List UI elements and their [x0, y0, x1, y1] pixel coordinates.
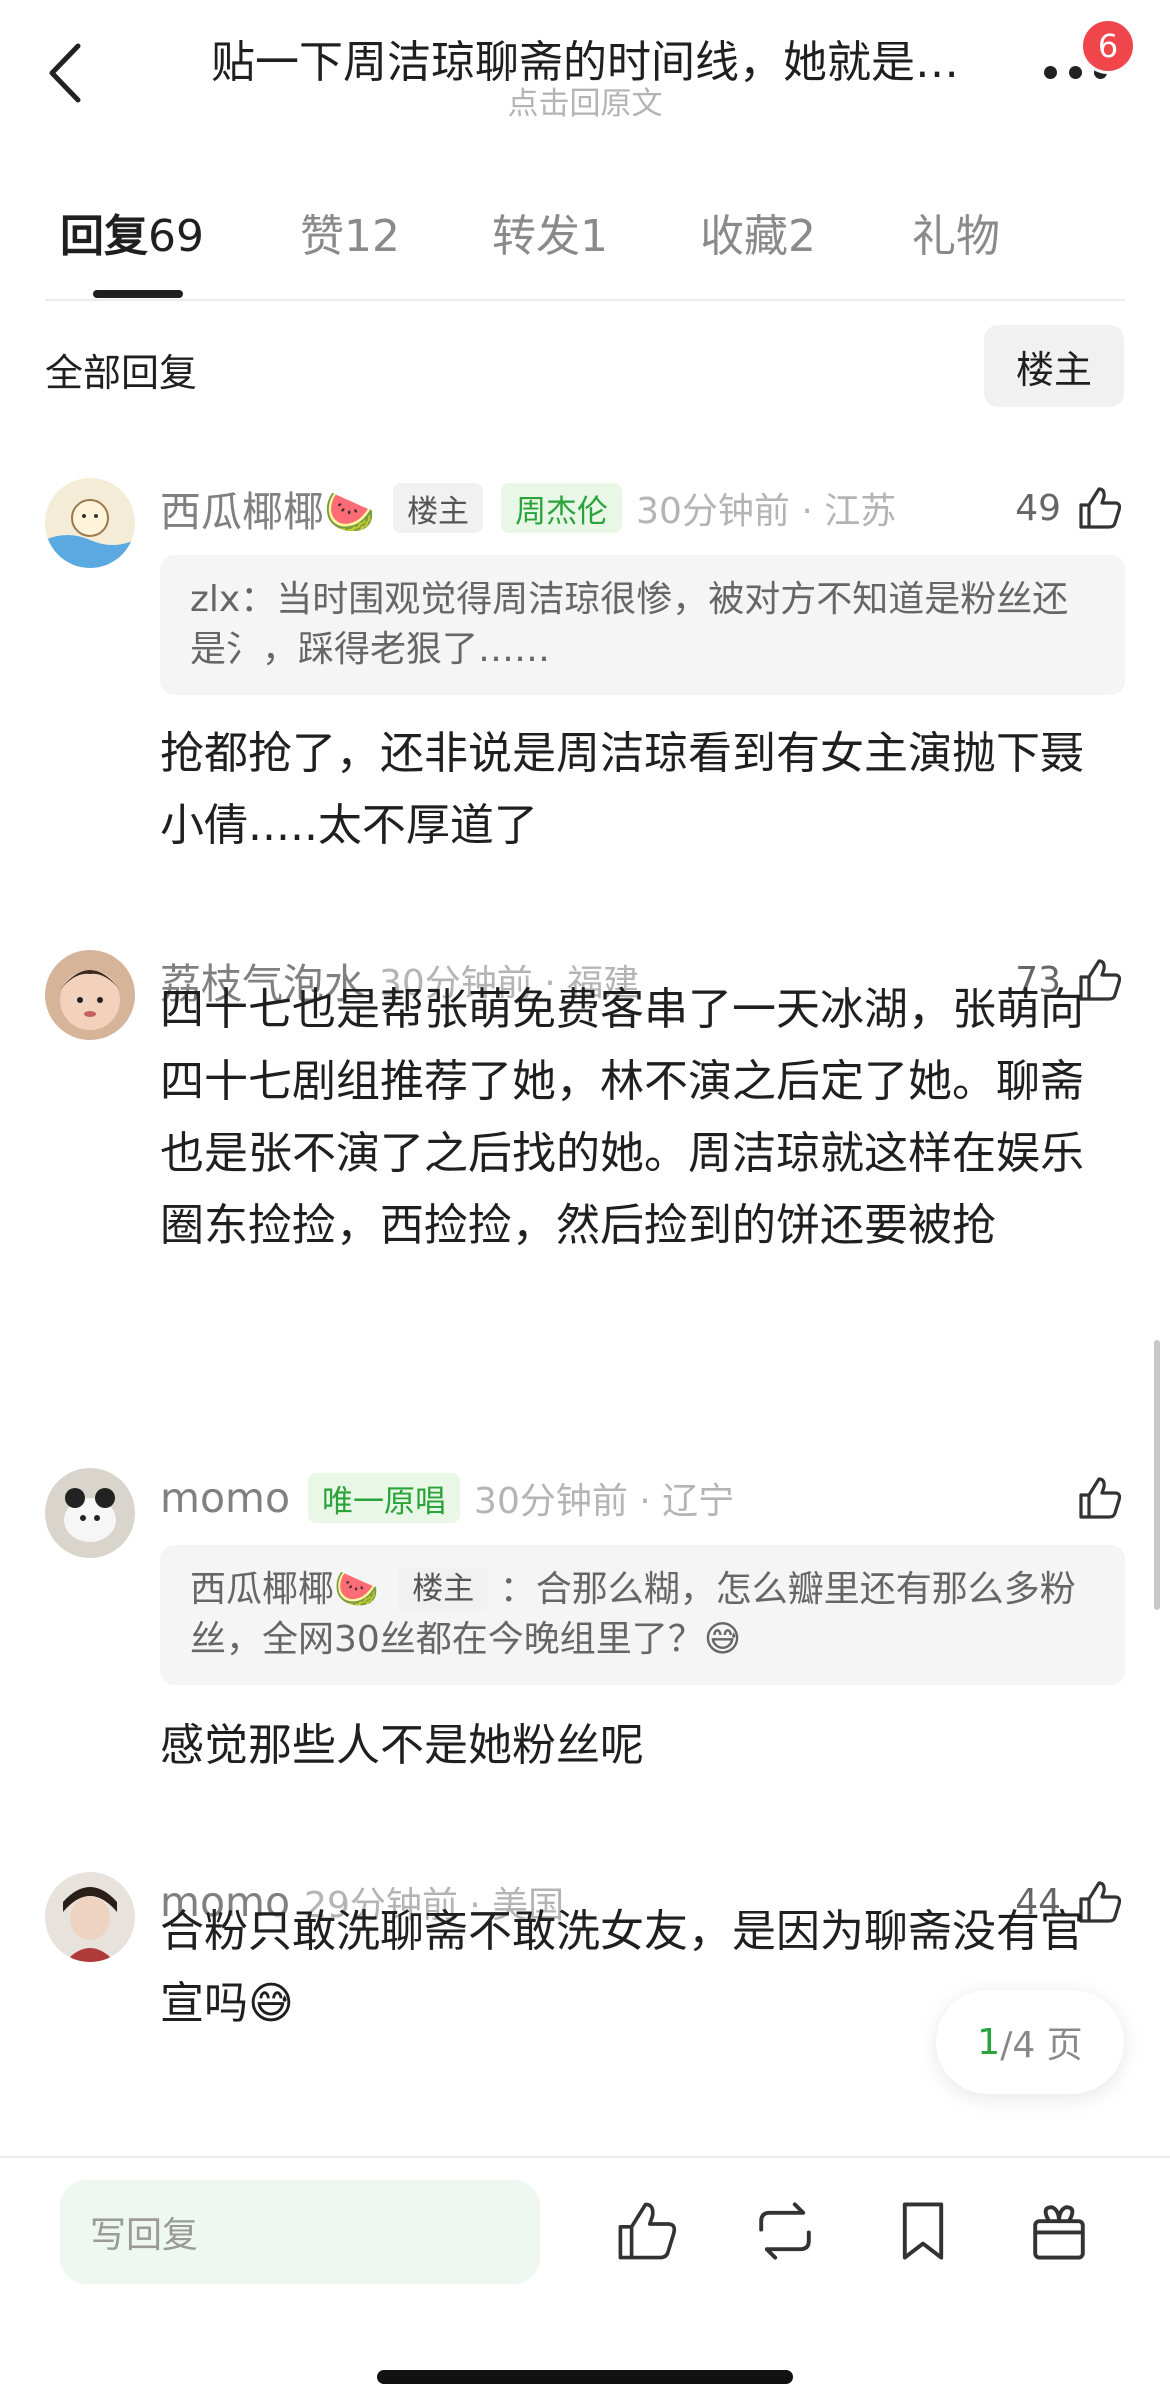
owner-tag: 楼主 — [393, 483, 484, 533]
tab-label: 回复 — [60, 211, 148, 262]
repost-button[interactable] — [750, 2196, 820, 2266]
more-dot — [1069, 65, 1082, 79]
comment-text: 四十七也是帮张萌免费客串了一天冰湖，张萌向四十七剧组推荐了她，林不演之后定了她。… — [160, 984, 1084, 1251]
quoted-username[interactable]: 西瓜椰椰🍉 — [190, 1569, 379, 1610]
username[interactable]: momo — [160, 1474, 290, 1522]
home-indicator[interactable] — [377, 2370, 793, 2384]
reply-input[interactable]: 写回复 — [60, 2180, 540, 2284]
like-button[interactable] — [1075, 1468, 1125, 1528]
top-bar: 贴一下周洁琼聊斋的时间线，她就是… 点击回原文 6 — [0, 0, 1170, 150]
all-replies-title: 全部回复 — [45, 351, 198, 395]
username[interactable]: 西瓜椰椰🍉 — [160, 478, 375, 538]
timestamp-location: 30分钟前 · 辽宁 — [474, 1481, 735, 1522]
current-page: 1 — [977, 2021, 1001, 2063]
tab-label: 赞 — [300, 211, 344, 262]
owner-only-button[interactable]: 楼主 — [984, 325, 1124, 407]
tab-label: 礼物 — [912, 211, 1000, 262]
notification-badge: 6 — [1080, 18, 1136, 74]
gift-button[interactable] — [1024, 2196, 1094, 2266]
bookmark-icon — [902, 2202, 944, 2260]
thumbs-up-icon — [1079, 1477, 1122, 1519]
scrollbar[interactable] — [1154, 1340, 1160, 1610]
bookmark-button[interactable] — [888, 2196, 958, 2266]
comment-meta: 西瓜椰椰🍉 楼主 周杰伦 30分钟前 · 江苏 — [160, 478, 896, 538]
avatar-image — [45, 1468, 135, 1558]
avatar-image — [45, 1872, 135, 1962]
quoted-reply[interactable]: zlx：当时围观觉得周洁琼很惨，被对方不知道是粉丝还是氵，踩得老狠了…… — [160, 555, 1125, 695]
back-to-original-link[interactable]: 点击回原文 — [0, 78, 1170, 123]
timestamp-location: 30分钟前 · 江苏 — [636, 491, 897, 532]
gift-icon — [1033, 2205, 1085, 2260]
page-indicator[interactable]: 1/4 页 — [936, 1990, 1124, 2094]
tab-favorites[interactable]: 收藏2 — [700, 200, 816, 264]
thumbs-up-icon — [618, 2202, 677, 2260]
user-badge[interactable]: 周杰伦 — [501, 483, 623, 533]
tab-count: 69 — [148, 211, 204, 262]
user-badge[interactable]: 唯一原唱 — [308, 1473, 461, 1523]
active-tab-indicator — [93, 290, 183, 298]
more-dots-icon — [1044, 65, 1057, 79]
comment-meta: momo 唯一原唱 30分钟前 · 辽宁 — [160, 1468, 734, 1528]
like-button[interactable]: 49 — [1015, 478, 1125, 538]
divider — [45, 299, 1125, 301]
tab-label: 收藏 — [700, 211, 788, 262]
tab-count: 12 — [344, 211, 400, 262]
tab-reposts[interactable]: 转发1 — [492, 200, 608, 264]
tab-bar: 回复69 赞12 转发1 收藏2 礼物 — [60, 200, 1120, 290]
thumbs-up-icon — [1079, 487, 1122, 529]
avatar[interactable] — [45, 1468, 135, 1558]
avatar[interactable] — [45, 478, 135, 568]
like-post-button[interactable] — [612, 2196, 682, 2266]
repost-icon — [759, 2202, 811, 2260]
divider — [0, 2156, 1170, 2158]
quoted-reply[interactable]: 西瓜椰椰🍉 楼主 ：合那么糊，怎么瓣里还有那么多粉丝，全网30丝都在今晚组里了？… — [160, 1545, 1125, 1685]
comment-text: 抢都抢了，还非说是周洁琼看到有女主演抛下聂小倩.....太不厚道了 — [160, 728, 1084, 851]
like-count: 49 — [1015, 487, 1061, 529]
total-pages: /4 页 — [1000, 2025, 1083, 2066]
comment-text: 感觉那些人不是她粉丝呢 — [160, 1720, 644, 1771]
avatar-image — [45, 950, 135, 1040]
tab-label: 转发 — [492, 211, 580, 262]
avatar[interactable] — [45, 950, 135, 1040]
tab-replies[interactable]: 回复69 — [60, 200, 204, 264]
tab-count: 1 — [580, 211, 608, 262]
avatar[interactable] — [45, 1872, 135, 1962]
avatar-image — [45, 478, 135, 568]
tab-likes[interactable]: 赞12 — [300, 200, 400, 264]
tab-count: 2 — [788, 211, 816, 262]
owner-tag: 楼主 — [398, 1567, 489, 1611]
tab-gifts[interactable]: 礼物 — [912, 200, 1000, 264]
